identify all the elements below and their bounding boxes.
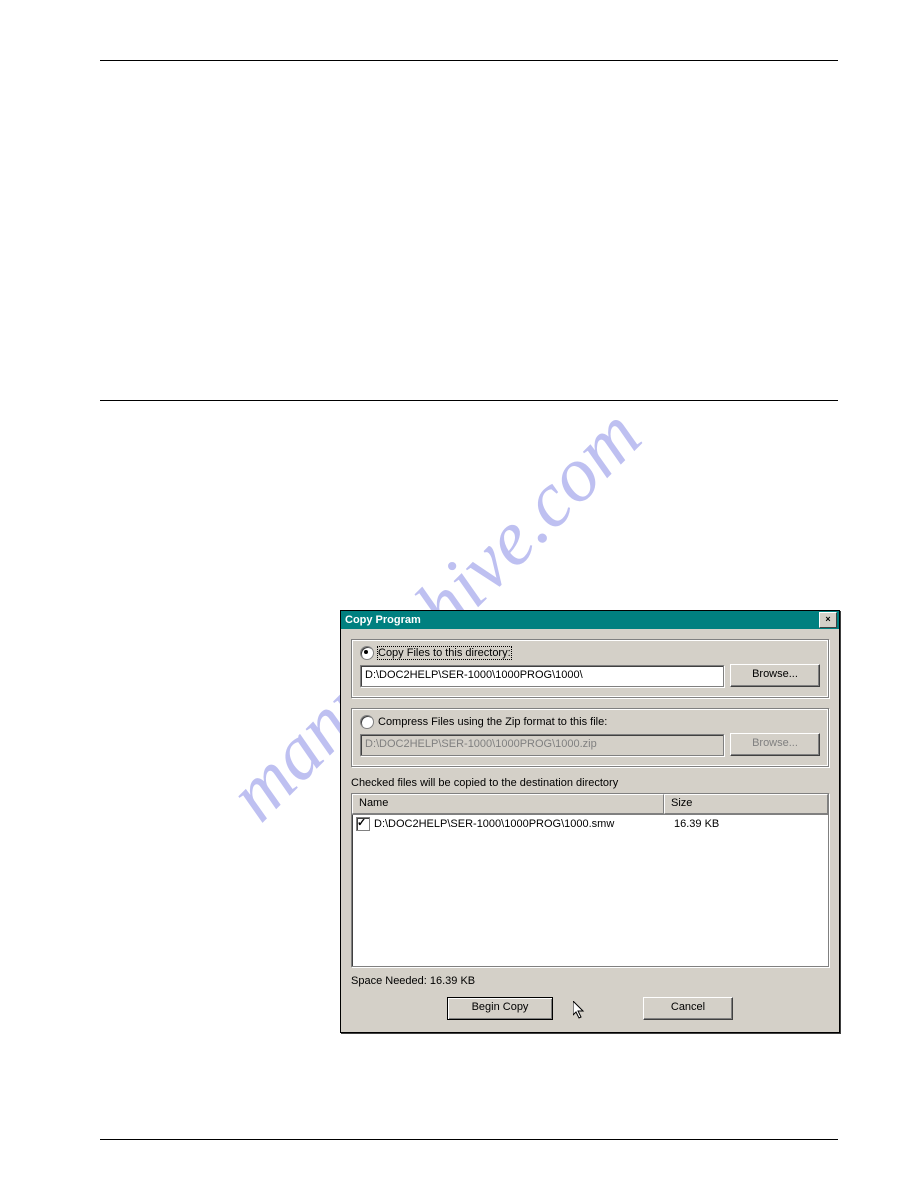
close-icon[interactable]: × <box>819 612 837 628</box>
file-list-label: Checked files will be copied to the dest… <box>351 777 829 789</box>
column-size[interactable]: Size <box>664 794 828 814</box>
page-bottom-rule <box>100 1139 838 1140</box>
cursor-icon <box>573 1001 589 1021</box>
zip-file-input: D:\DOC2HELP\SER-1000\1000PROG\1000.zip <box>360 734 724 756</box>
copy-directory-radio[interactable] <box>360 646 374 660</box>
copy-directory-label[interactable]: Copy Files to this directory: <box>378 647 511 659</box>
file-checkbox[interactable] <box>356 817 370 831</box>
cancel-button[interactable]: Cancel <box>643 997 733 1020</box>
list-item[interactable]: D:\DOC2HELP\SER-1000\1000PROG\1000.smw 1… <box>352 815 828 833</box>
page-top-rule <box>100 60 838 61</box>
file-size: 16.39 KB <box>668 818 824 830</box>
page-mid-rule <box>100 400 838 401</box>
zip-file-label[interactable]: Compress Files using the Zip format to t… <box>378 716 607 728</box>
browse-zip-button: Browse... <box>730 733 820 756</box>
file-name: D:\DOC2HELP\SER-1000\1000PROG\1000.smw <box>374 818 668 830</box>
dialog-titlebar[interactable]: Copy Program × <box>341 611 839 629</box>
begin-copy-button[interactable]: Begin Copy <box>447 997 553 1020</box>
copy-directory-group: Copy Files to this directory: D:\DOC2HEL… <box>351 639 829 698</box>
zip-file-group: Compress Files using the Zip format to t… <box>351 708 829 767</box>
dialog-title: Copy Program <box>345 614 819 626</box>
space-needed-label: Space Needed: 16.39 KB <box>351 975 829 987</box>
copy-program-dialog: Copy Program × Copy Files to this direct… <box>340 610 840 1033</box>
browse-copy-button[interactable]: Browse... <box>730 664 820 687</box>
column-name[interactable]: Name <box>352 794 664 814</box>
listview-header[interactable]: Name Size <box>352 794 828 815</box>
zip-file-radio[interactable] <box>360 715 374 729</box>
copy-directory-input[interactable]: D:\DOC2HELP\SER-1000\1000PROG\1000\ <box>360 665 724 687</box>
file-listview[interactable]: Name Size D:\DOC2HELP\SER-1000\1000PROG\… <box>351 793 829 967</box>
